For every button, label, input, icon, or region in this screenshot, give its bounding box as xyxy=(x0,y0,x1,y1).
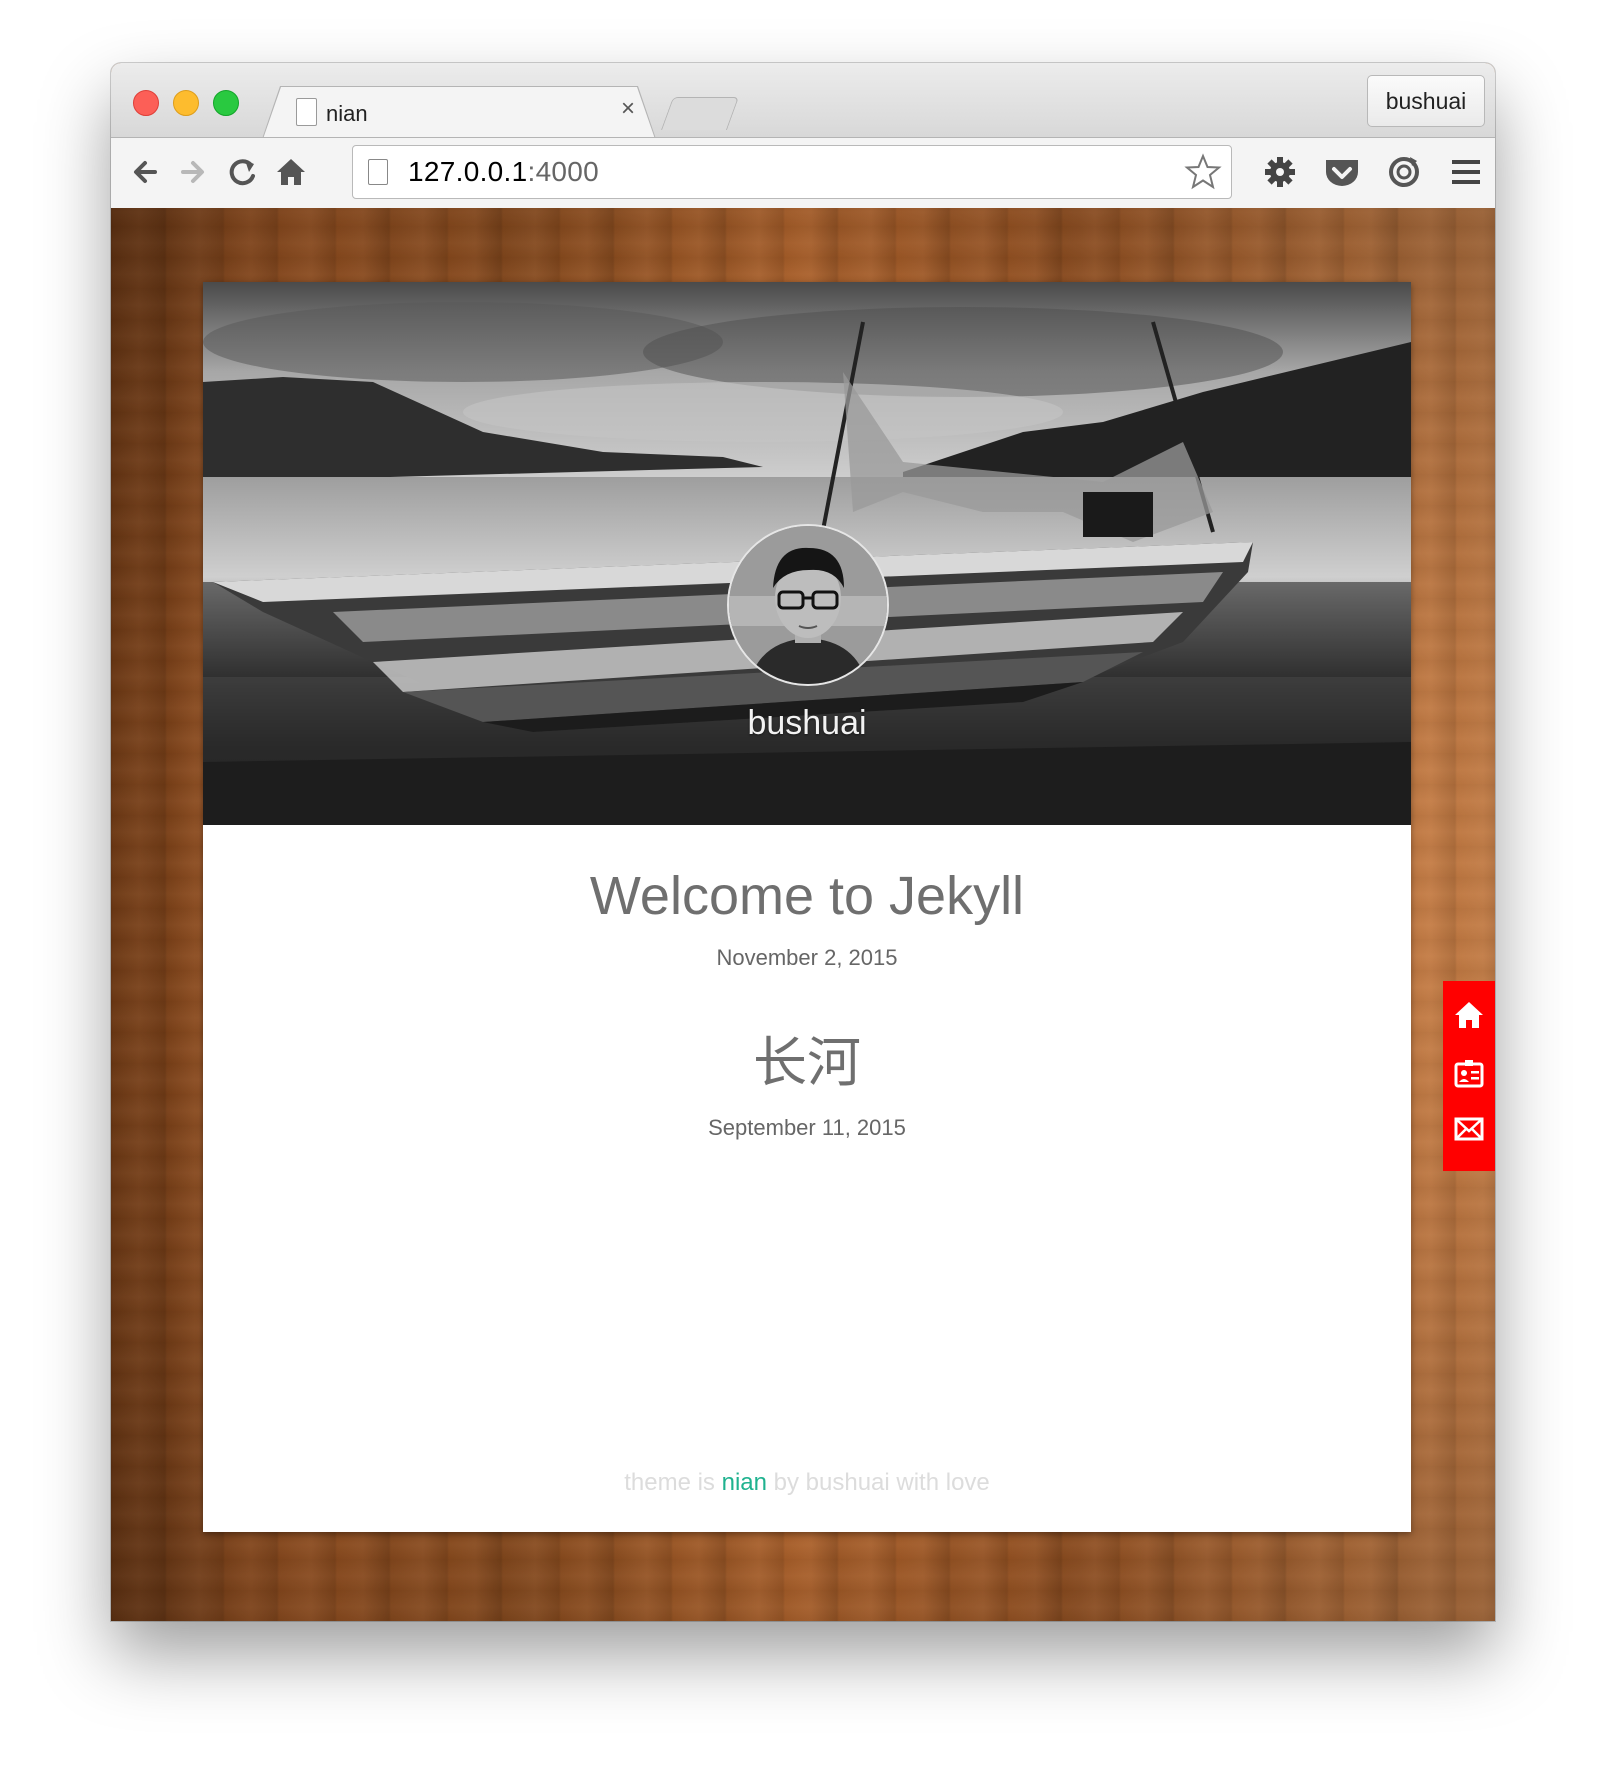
browser-toolbar: 127.0.0.1:4000 xyxy=(111,137,1495,209)
sync-icon[interactable] xyxy=(1384,152,1424,192)
pocket-icon[interactable] xyxy=(1322,152,1362,192)
post-title[interactable]: Welcome to Jekyll xyxy=(203,865,1411,927)
page-icon xyxy=(296,98,317,126)
home-icon[interactable] xyxy=(271,152,311,192)
tab-title: nian xyxy=(326,101,368,126)
theme-link[interactable]: nian xyxy=(722,1469,767,1496)
url-text[interactable]: 127.0.0.1:4000 xyxy=(408,156,599,188)
post-date: November 2, 2015 xyxy=(716,945,898,970)
title-bar: nian × bushuai xyxy=(111,63,1495,139)
tab-active[interactable] xyxy=(263,87,655,139)
menu-icon[interactable] xyxy=(1446,152,1486,192)
content-card: bushuai Welcome to Jekyll November 2, 20… xyxy=(203,282,1411,1532)
post-date: September 11, 2015 xyxy=(708,1115,906,1140)
page-viewport: bushuai Welcome to Jekyll November 2, 20… xyxy=(111,208,1495,1621)
home-icon[interactable] xyxy=(1453,999,1485,1031)
header-banner-image: bushuai xyxy=(203,282,1411,825)
post-item: 长河 September 11, 2015 xyxy=(203,1018,1411,1141)
minimize-window-button[interactable] xyxy=(173,90,199,116)
avatar-portrait xyxy=(729,526,887,684)
profile-button[interactable]: bushuai xyxy=(1367,75,1485,127)
footer: theme is nian by bushuai with love xyxy=(203,1469,1411,1497)
mail-icon[interactable] xyxy=(1453,1113,1485,1145)
page-icon xyxy=(368,159,388,185)
side-nav-menu xyxy=(1443,981,1495,1171)
browser-window: nian × bushuai 127.0.0.1:4000 bushuai We… xyxy=(111,63,1495,1621)
close-window-button[interactable] xyxy=(133,90,159,116)
star-icon[interactable] xyxy=(1183,152,1223,192)
zoom-window-button[interactable] xyxy=(213,90,239,116)
back-arrow-icon[interactable] xyxy=(125,152,165,192)
url-host: 127.0.0.1 xyxy=(408,156,528,187)
reload-icon[interactable] xyxy=(223,152,263,192)
new-tab-button[interactable] xyxy=(660,97,740,130)
tab-close-button[interactable]: × xyxy=(621,96,635,122)
avatar[interactable] xyxy=(727,524,889,686)
post-title[interactable]: 长河 xyxy=(203,1018,1411,1097)
post-item: Welcome to Jekyll November 2, 2015 xyxy=(203,865,1411,971)
gear-icon[interactable] xyxy=(1260,152,1300,192)
url-port: :4000 xyxy=(527,156,600,187)
forward-arrow-icon[interactable] xyxy=(173,152,213,192)
footer-prefix: theme is xyxy=(624,1469,722,1496)
footer-suffix: by bushuai with love xyxy=(766,1469,990,1496)
contact-card-icon[interactable] xyxy=(1453,1057,1485,1089)
address-bar[interactable]: 127.0.0.1:4000 xyxy=(352,145,1232,199)
author-name[interactable]: bushuai xyxy=(203,704,1411,743)
